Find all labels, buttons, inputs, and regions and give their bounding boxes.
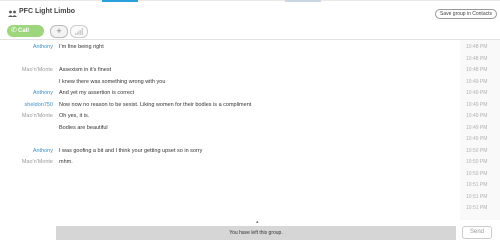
message-timestamp: 10:50 PM <box>466 159 488 165</box>
message-text: Now now no reason to be sexist. Liking w… <box>59 101 252 108</box>
message-timestamp: 10:49 PM <box>466 113 488 119</box>
message-sender[interactable]: Mao'n'Monte <box>22 157 53 168</box>
message-timestamp: 10:50 PM <box>466 147 488 154</box>
message-row: Bodies are beautiful 10:49 PM <box>0 123 500 134</box>
call-quality-button[interactable] <box>70 25 88 38</box>
group-icon <box>8 10 17 17</box>
message-row: 10:49 PM <box>0 134 500 145</box>
top-border <box>0 0 500 1</box>
tab-indicator <box>285 0 321 2</box>
message-text: And yet my assertion is correct <box>59 90 135 96</box>
message-row: Mao'n'Monte Assexism in it's finest 10:48 … <box>0 65 500 76</box>
message-row: 10:51 PM <box>0 192 500 203</box>
message-row: Anthony I was goofing a bit and I think y… <box>0 146 500 157</box>
active-tab-indicator <box>102 0 138 2</box>
message-row: Mao'n'Monte mhm. 10:50 PM <box>0 157 500 168</box>
signal-icon <box>75 28 83 35</box>
message-timestamp: 10:51 PM <box>466 182 488 188</box>
message-timestamp: 10:51 PM <box>466 193 488 200</box>
message-sender[interactable]: Mao'n'Monte <box>22 65 53 76</box>
send-button[interactable]: Send <box>462 226 492 239</box>
call-toolbar: ✆ Call group + <box>0 24 500 46</box>
message-text: Assexism in it's finest <box>59 67 112 73</box>
message-sender[interactable]: Anthony <box>33 88 53 99</box>
expand-handle[interactable]: ▴ <box>256 220 259 225</box>
message-row: Anthony I'm fine being right 10:48 PM <box>0 42 500 53</box>
message-row: 10:48 PM <box>0 54 500 65</box>
message-row: Anthony And yet my assertion is correct 10… <box>0 88 500 99</box>
message-timestamp: 10:49 PM <box>466 78 488 85</box>
message-list: Anthony I'm fine being right 10:48 PM 10:48… <box>0 40 500 220</box>
conversation-header: PFC Light Limbo Save group in Contacts <box>0 4 500 22</box>
message-timestamp: 10:48 PM <box>466 44 488 50</box>
message-composer: You have left this group. <box>56 226 456 240</box>
message-timestamp: 10:49 PM <box>466 136 488 142</box>
message-text: I was goofing a bit and I think your get… <box>59 147 203 154</box>
message-sender[interactable]: Anthony <box>33 146 53 157</box>
message-timestamp: 10:50 PM <box>466 170 488 177</box>
message-text: Oh yes, it is. <box>59 113 90 119</box>
message-timestamp: 10:51 PM <box>466 205 488 211</box>
add-participant-button[interactable]: + <box>50 25 68 38</box>
conversation-title: PFC Light Limbo <box>19 8 75 15</box>
save-group-button[interactable]: Save group in Contacts <box>435 9 497 19</box>
message-row: Mao'n'Monte Oh yes, it is. 10:49 PM <box>0 111 500 122</box>
message-row: 10:50 PM <box>0 169 500 180</box>
message-row: sheldon750 Now now no reason to be sexist… <box>0 100 500 111</box>
message-row: 10:51 PM <box>0 180 500 191</box>
message-timestamp: 10:49 PM <box>466 90 488 96</box>
phone-icon: ✆ <box>11 27 17 34</box>
message-sender[interactable]: sheldon750 <box>25 100 53 111</box>
message-sender[interactable]: Anthony <box>33 42 53 53</box>
message-sender[interactable]: Mao'n'Monte <box>22 111 53 122</box>
message-timestamp: 10:49 PM <box>466 101 488 108</box>
message-timestamp: 10:49 PM <box>466 124 488 131</box>
message-text: mhm. <box>59 159 73 165</box>
message-row: 10:51 PM <box>0 203 500 214</box>
message-row: I knew there was something wrong with yo… <box>0 77 500 88</box>
message-timestamp: 10:48 PM <box>466 67 488 73</box>
message-text: Bodies are beautiful <box>59 124 108 131</box>
left-group-notice: You have left this group. <box>229 230 283 236</box>
message-text: I knew there was something wrong with yo… <box>59 78 166 85</box>
message-timestamp: 10:48 PM <box>466 55 488 62</box>
call-group-button[interactable]: ✆ Call group <box>7 25 44 46</box>
message-text: I'm fine being right <box>59 44 104 50</box>
